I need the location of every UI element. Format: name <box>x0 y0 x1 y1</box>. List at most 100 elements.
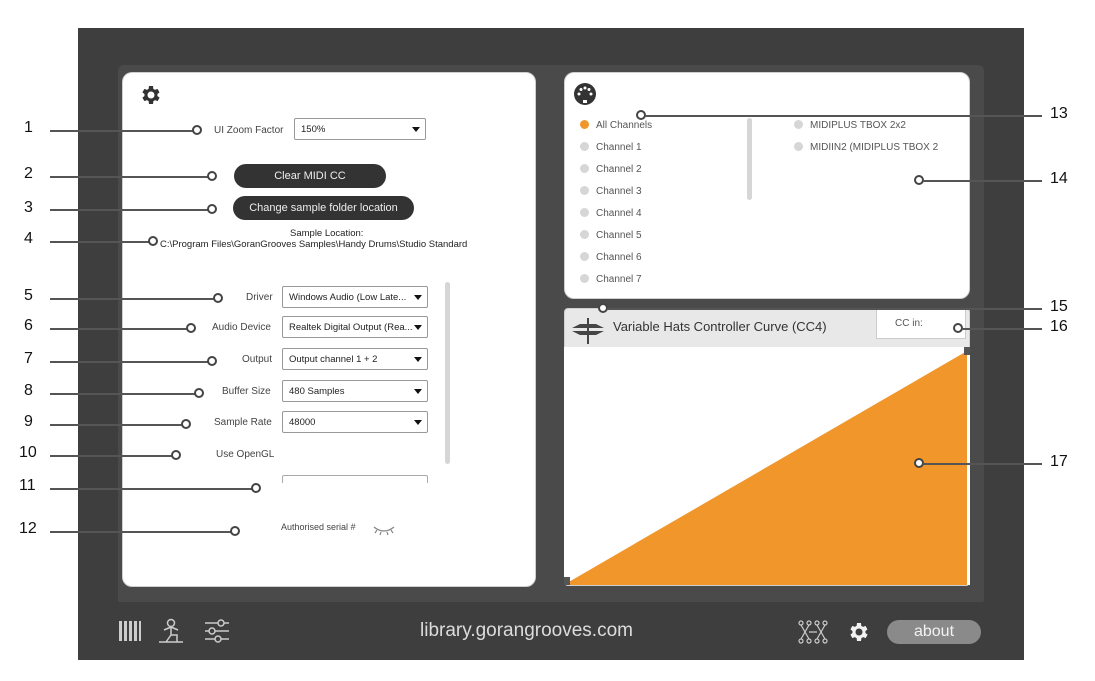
drummer-icon[interactable] <box>156 618 186 644</box>
callout-number: 11 <box>19 477 36 494</box>
callout-line <box>607 308 1042 310</box>
output-label: Output <box>242 354 273 365</box>
clear-midi-cc-button[interactable]: Clear MIDI CC <box>234 164 386 188</box>
change-sample-folder-button[interactable]: Change sample folder location <box>233 196 414 220</box>
callout-dot <box>213 293 223 303</box>
channel-label: Channel 4 <box>596 208 642 219</box>
sample-rate-select[interactable]: 48000 <box>282 411 428 433</box>
channel-item[interactable]: Channel 7 <box>580 274 642 285</box>
callout-dot <box>207 356 217 366</box>
channel-label: Channel 7 <box>596 274 642 285</box>
output-value: Output channel 1 + 2 <box>289 354 378 365</box>
channel-label: Channel 3 <box>596 186 642 197</box>
sample-rate-label: Sample Rate <box>214 417 272 428</box>
callout-line <box>50 361 208 363</box>
midi-connector-icon <box>574 83 596 105</box>
curve-title: Variable Hats Controller Curve (CC4) <box>613 319 827 334</box>
opengl-label: Use OpenGL <box>216 449 275 460</box>
gear-icon[interactable] <box>846 620 870 644</box>
audio-device-select[interactable]: Realtek Digital Output (Rea... <box>282 316 428 338</box>
callout-dot <box>148 236 158 246</box>
callout-dot <box>251 483 261 493</box>
callout-number: 2 <box>24 165 33 182</box>
callout-line <box>50 393 195 395</box>
chevron-down-icon <box>414 389 422 394</box>
audio-device-label: Audio Device <box>212 322 271 333</box>
chevron-down-icon <box>414 357 422 362</box>
driver-value: Windows Audio (Low Late... <box>289 292 407 303</box>
callout-line <box>50 130 193 132</box>
callout-line <box>50 176 208 178</box>
radio-dot <box>580 164 589 173</box>
chevron-down-icon <box>414 325 422 330</box>
channel-item[interactable]: Channel 5 <box>580 230 642 241</box>
callout-number: 16 <box>1050 318 1068 335</box>
zoom-select[interactable]: 150% <box>294 118 426 140</box>
chevron-down-icon <box>414 295 422 300</box>
driver-label: Driver <box>246 292 273 303</box>
midi-device-item[interactable]: MIDIIN2 (MIDIPLUS TBOX 2 <box>794 142 944 153</box>
callout-line <box>50 209 208 211</box>
radio-dot <box>580 142 589 151</box>
callout-line <box>50 424 182 426</box>
channel-item[interactable]: Channel 3 <box>580 186 642 197</box>
channel-label: Channel 6 <box>596 252 642 263</box>
about-button[interactable]: about <box>887 620 981 644</box>
cc-in-field[interactable]: CC in: <box>876 309 966 339</box>
callout-number: 7 <box>24 350 33 367</box>
chevron-down-icon <box>414 420 422 425</box>
radio-dot <box>794 142 803 151</box>
callout-line <box>50 455 172 457</box>
buffer-size-value: 480 Samples <box>289 386 345 397</box>
settings-gear-icon <box>142 86 160 104</box>
chevron-down-icon <box>412 127 420 132</box>
callout-line <box>923 180 1042 182</box>
channel-scrollbar[interactable] <box>747 118 752 200</box>
zoom-label: UI Zoom Factor <box>214 125 284 136</box>
buffer-size-label: Buffer Size <box>222 386 271 397</box>
piano-icon[interactable] <box>118 620 142 642</box>
midi-device-item[interactable]: MIDIPLUS TBOX 2x2 <box>794 120 906 131</box>
callout-dot <box>181 419 191 429</box>
hi-hat-icon <box>572 318 604 344</box>
callout-dot <box>186 323 196 333</box>
midi-matrix-icon[interactable] <box>797 619 829 645</box>
callout-number: 8 <box>24 382 33 399</box>
callout-number: 1 <box>24 119 33 136</box>
radio-dot <box>794 120 803 129</box>
channel-item[interactable]: Channel 4 <box>580 208 642 219</box>
sliders-icon[interactable] <box>203 619 231 643</box>
callout-dot <box>171 450 181 460</box>
controller-curve-graph[interactable] <box>564 347 970 585</box>
callout-number: 14 <box>1050 170 1068 187</box>
radio-dot <box>580 230 589 239</box>
channel-item[interactable]: Channel 2 <box>580 164 642 175</box>
eye-closed-icon[interactable] <box>372 524 396 536</box>
curve-start-handle[interactable] <box>564 577 570 585</box>
callout-number: 10 <box>19 444 37 461</box>
driver-select[interactable]: Windows Audio (Low Late... <box>282 286 428 308</box>
callout-number: 12 <box>19 520 37 537</box>
callout-dot <box>207 204 217 214</box>
sample-location-path: C:\Program Files\GoranGrooves Samples\Ha… <box>160 239 468 250</box>
output-select[interactable]: Output channel 1 + 2 <box>282 348 428 370</box>
radio-dot <box>580 274 589 283</box>
zoom-value: 150% <box>301 124 326 135</box>
curve-end-handle[interactable] <box>964 347 970 355</box>
cc-in-label: CC in: <box>895 318 923 329</box>
callout-number: 13 <box>1050 105 1068 122</box>
buffer-size-select[interactable]: 480 Samples <box>282 380 428 402</box>
channel-item[interactable]: All Channels <box>580 120 652 131</box>
channel-label: Channel 2 <box>596 164 642 175</box>
callout-dot <box>192 125 202 135</box>
callout-number: 3 <box>24 199 33 216</box>
callout-line <box>50 241 150 243</box>
callout-number: 15 <box>1050 298 1068 315</box>
partial-select[interactable] <box>282 475 428 483</box>
channel-item[interactable]: Channel 6 <box>580 252 642 263</box>
settings-scrollbar[interactable] <box>445 282 450 464</box>
channel-item[interactable]: Channel 1 <box>580 142 642 153</box>
radio-dot <box>580 208 589 217</box>
library-url-link[interactable]: library.gorangrooves.com <box>420 620 633 642</box>
channel-label: All Channels <box>596 120 653 131</box>
